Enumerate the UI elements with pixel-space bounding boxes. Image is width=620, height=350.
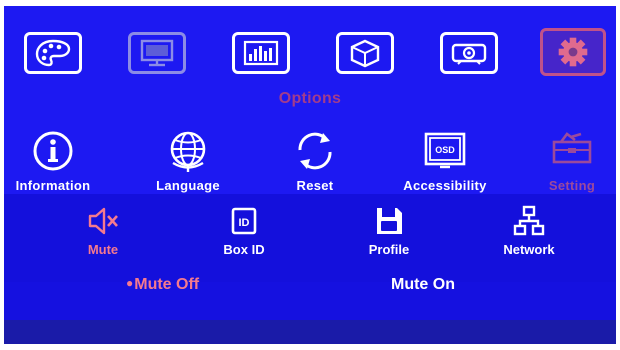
- osd-menu-screen: Options Information Language Reset OSD A…: [4, 6, 616, 344]
- menu-item-language[interactable]: Language: [133, 128, 243, 193]
- menu-item-reset[interactable]: Reset: [260, 128, 370, 193]
- setting-item-label: Box ID: [223, 242, 265, 257]
- setting-item-box-id[interactable]: ID Box ID: [189, 204, 299, 257]
- menu-item-label: Information: [15, 178, 91, 193]
- mute-on-option[interactable]: Mute On: [391, 276, 455, 294]
- tab-options[interactable]: [540, 28, 606, 76]
- id-card-icon: ID: [231, 207, 257, 235]
- setting-item-label: Mute: [87, 242, 119, 257]
- setting-item-profile[interactable]: Profile: [334, 204, 444, 257]
- gear-icon: [558, 37, 588, 67]
- bottom-bar: [4, 320, 616, 344]
- menu-item-information[interactable]: Information: [4, 128, 108, 193]
- svg-text:ID: ID: [239, 217, 250, 229]
- setting-item-network[interactable]: Network: [474, 204, 584, 257]
- menu-item-label: Accessibility: [403, 178, 487, 193]
- speaker-mute-icon: [88, 207, 118, 235]
- menu-item-label: Reset: [296, 178, 334, 193]
- menu-item-label: Setting: [548, 178, 596, 193]
- menu-item-label: Language: [156, 178, 220, 193]
- menu-title: Options: [278, 90, 342, 107]
- menu-item-accessibility[interactable]: OSD Accessibility: [390, 128, 500, 193]
- tab-picture[interactable]: [24, 32, 82, 74]
- options-panel: [4, 282, 616, 320]
- network-icon: [513, 205, 545, 236]
- palette-icon: [35, 39, 71, 67]
- info-icon: [33, 131, 73, 171]
- monitor-icon: [140, 39, 174, 67]
- setting-item-mute[interactable]: Mute: [48, 204, 158, 257]
- tab-display[interactable]: [128, 32, 186, 74]
- selected-bullet: ●: [126, 276, 134, 290]
- toolbox-icon: [552, 132, 592, 164]
- tab-audio[interactable]: [232, 32, 290, 74]
- setting-item-label: Profile: [368, 242, 410, 257]
- globe-icon: [170, 131, 206, 172]
- menu-item-setting[interactable]: Setting: [522, 128, 616, 193]
- tab-3d[interactable]: [336, 32, 394, 74]
- mute-on-label: Mute On: [391, 276, 455, 293]
- setting-item-label: Network: [503, 242, 555, 257]
- mute-off-label: Mute Off: [134, 276, 200, 293]
- tab-projector[interactable]: [440, 32, 498, 74]
- svg-text:OSD: OSD: [435, 145, 455, 155]
- reset-icon: [298, 132, 332, 170]
- save-icon: [377, 208, 402, 234]
- mute-off-option[interactable]: ●Mute Off: [126, 276, 199, 294]
- osd-icon: OSD: [424, 132, 466, 169]
- equalizer-icon: [243, 40, 279, 66]
- 3d-cube-icon: [350, 39, 380, 68]
- projector-icon: [451, 43, 487, 65]
